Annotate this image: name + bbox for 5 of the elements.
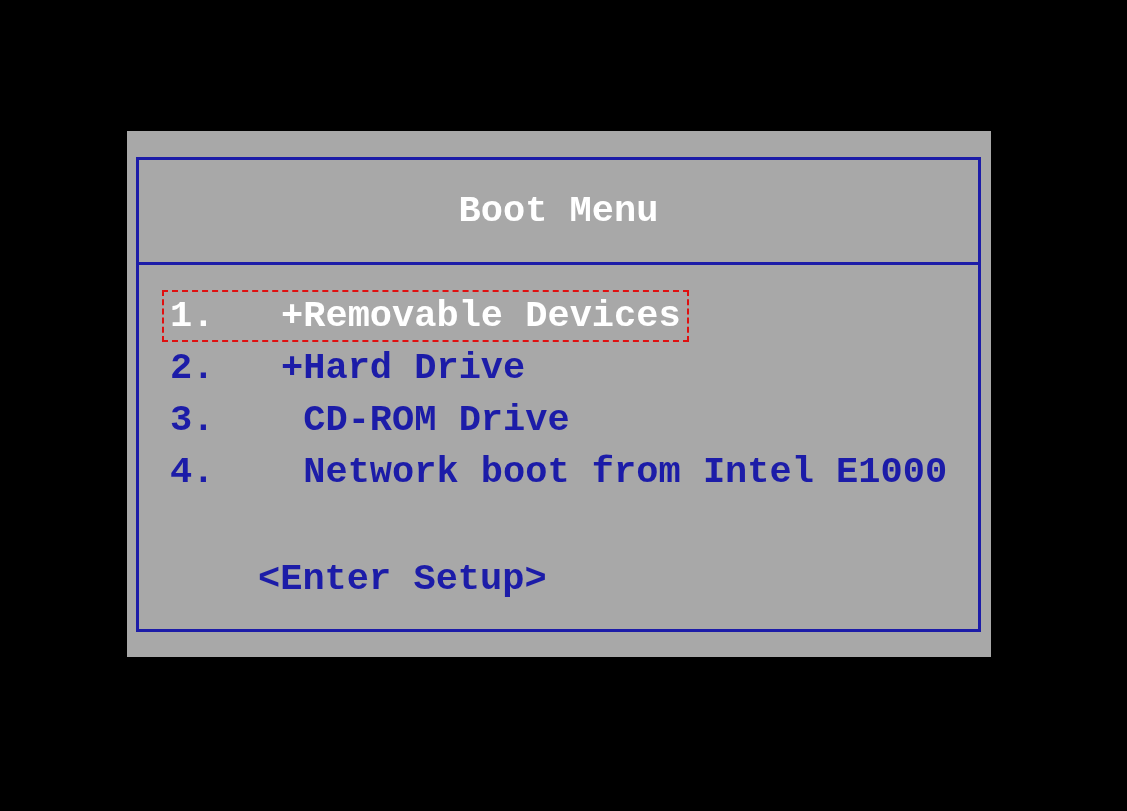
boot-menu-title: Boot Menu — [458, 189, 659, 233]
boot-menu-item[interactable]: 4. Network boot from Intel E1000 — [162, 446, 956, 498]
boot-menu-item[interactable]: 2. +Hard Drive — [162, 342, 534, 394]
boot-menu-item[interactable]: 3. CD-ROM Drive — [162, 394, 578, 446]
enter-setup-option[interactable]: <Enter Setup> — [258, 553, 547, 605]
